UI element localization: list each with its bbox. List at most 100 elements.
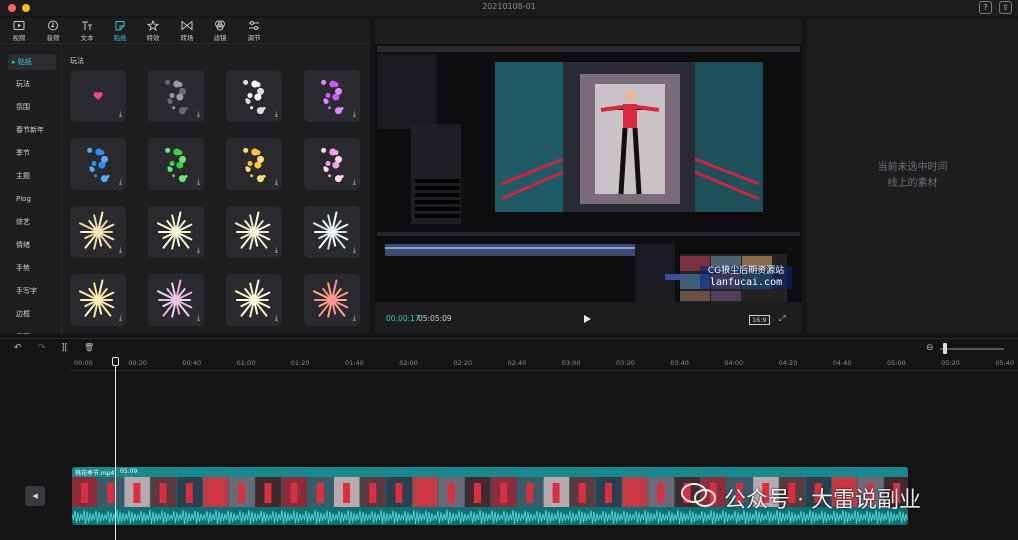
category-handwriting[interactable]: 手写字 <box>8 283 56 299</box>
download-icon[interactable]: ⤓ <box>119 314 122 323</box>
download-icon[interactable]: ⤓ <box>275 314 278 323</box>
sticker-tile[interactable]: ⤓ <box>226 138 282 190</box>
grid-section-title: 玩法 <box>70 57 84 65</box>
transition-icon <box>181 20 193 31</box>
sticker-preview-icon <box>321 147 344 183</box>
tool-audio[interactable]: 音频 <box>36 20 70 42</box>
sticker-tile[interactable]: ⤓ <box>70 70 126 122</box>
play-button[interactable] <box>584 315 591 323</box>
ruler-tick-label: 02:40 <box>507 359 527 367</box>
sticker-preview-icon <box>234 279 271 318</box>
ruler-tick-label: 01:00 <box>236 359 256 367</box>
track-collapse-button[interactable]: ◂ <box>25 486 45 506</box>
tool-effects[interactable]: 特效 <box>136 20 170 42</box>
ruler-tick-label: 04:40 <box>832 359 852 367</box>
category-atmosphere[interactable]: 氛围 <box>8 99 56 115</box>
sticker-preview-icon <box>156 211 193 250</box>
download-icon[interactable]: ⤓ <box>353 178 356 187</box>
delete-button[interactable]: 🗑 <box>84 343 94 352</box>
tool-sticker[interactable]: 贴纸 <box>103 20 137 42</box>
sticker-preview-icon <box>312 279 349 318</box>
category-theme[interactable]: 主题 <box>8 168 56 184</box>
watermark-text: 公众号 · 大雷说副业 <box>724 488 921 513</box>
sticker-tile[interactable]: ⤓ <box>148 70 204 122</box>
download-icon[interactable]: ⤓ <box>119 246 122 255</box>
zoom-slider-track[interactable] <box>940 348 1004 350</box>
tool-video[interactable]: 视频 <box>2 20 36 42</box>
sticker-tile[interactable]: ⤓ <box>226 70 282 122</box>
video-preview[interactable]: CG狼尘后期资源站 lanfucai.com <box>375 44 802 304</box>
tool-adjust[interactable]: 调节 <box>237 20 271 42</box>
ruler-tick-label: 00:00 <box>74 359 93 367</box>
help-button[interactable]: ? <box>979 1 992 14</box>
download-icon[interactable]: ⤓ <box>275 178 278 187</box>
sticker-tile[interactable]: ⤓ <box>304 206 360 258</box>
time-ruler[interactable]: 00:00 00:20 00:40 01:00 01:20 01:40 02:00 02:20… <box>0 357 1018 371</box>
download-icon[interactable]: ⤓ <box>197 246 200 255</box>
ruler-tick-label: 03:40 <box>670 359 689 367</box>
download-icon[interactable]: ⤓ <box>197 178 200 187</box>
category-interface[interactable]: 界面 <box>8 329 56 334</box>
playhead-handle[interactable] <box>112 357 119 366</box>
aspect-ratio-button[interactable]: 16:9 <box>749 315 770 325</box>
download-icon[interactable]: ⤓ <box>119 110 122 119</box>
sticker-tile[interactable]: ⤓ <box>304 274 360 326</box>
sticker-preview-icon <box>156 279 193 318</box>
sticker-tile[interactable]: ⤓ <box>304 70 360 122</box>
category-play[interactable]: 玩法 <box>8 76 56 92</box>
timeline-tracks: ◂ 桃花季节.mp4 05:09 <box>0 371 1018 540</box>
tool-filter-label: 滤镜 <box>213 34 227 42</box>
sticker-tile[interactable]: ⤓ <box>70 206 126 258</box>
sticker-tile[interactable]: ⤓ <box>304 138 360 190</box>
sticker-preview-icon <box>87 147 110 183</box>
sticker-tile[interactable]: ⤓ <box>226 206 282 258</box>
split-button[interactable]: ][ <box>61 343 68 353</box>
category-border[interactable]: 边框 <box>8 306 56 322</box>
undo-button[interactable]: ↶ <box>14 343 22 353</box>
tool-filter[interactable]: 滤镜 <box>203 20 237 42</box>
fullscreen-icon[interactable]: ⤢ <box>779 314 785 324</box>
sticker-preview-icon <box>243 79 266 115</box>
download-icon[interactable]: ⤓ <box>275 246 278 255</box>
sticker-tile[interactable]: ⤓ <box>226 274 282 326</box>
sticker-tile[interactable]: ⤓ <box>148 274 204 326</box>
category-spring-festival[interactable]: 春节新年 <box>8 122 56 138</box>
zoom-slider-handle[interactable] <box>943 343 947 354</box>
category-variety[interactable]: 综艺 <box>8 214 56 230</box>
sticker-preview-icon <box>78 211 115 250</box>
playhead[interactable] <box>115 357 116 540</box>
tool-effects-label: 特效 <box>146 34 160 42</box>
share-button[interactable]: ⇪ <box>999 1 1012 14</box>
zoom-out-icon[interactable]: ⊖ <box>926 343 934 353</box>
sticker-tile[interactable]: ⤓ <box>148 138 204 190</box>
ruler-tick-label: 01:40 <box>345 359 364 367</box>
category-emotion[interactable]: 情绪 <box>8 237 56 253</box>
timeline-toolbar: ↶ ↷ ][ 🗑 ⊖ <box>0 338 1018 358</box>
sticker-preview-icon <box>93 92 103 100</box>
download-icon[interactable]: ⤓ <box>353 110 356 119</box>
title-bar: 20210108-01 ? ⇪ <box>0 0 1018 16</box>
ruler-tick-label: 03:20 <box>616 359 635 367</box>
sticker-tile[interactable]: ⤓ <box>70 138 126 190</box>
redo-button[interactable]: ↷ <box>38 343 46 353</box>
tool-transition[interactable]: 转场 <box>170 20 204 42</box>
download-icon[interactable]: ⤓ <box>353 246 356 255</box>
download-icon[interactable]: ⤓ <box>353 314 356 323</box>
category-season[interactable]: 季节 <box>8 145 56 161</box>
category-gesture[interactable]: 手势 <box>8 260 56 276</box>
download-icon[interactable]: ⤓ <box>119 178 122 187</box>
sticker-tile[interactable]: ⤓ <box>70 274 126 326</box>
sticker-tile[interactable]: ⤓ <box>148 206 204 258</box>
tool-text[interactable]: 文本 <box>70 20 104 42</box>
sticker-preview-icon <box>78 279 115 318</box>
adjust-icon <box>249 21 259 30</box>
category-stickers[interactable]: ▸ 贴纸 <box>8 54 56 70</box>
download-icon[interactable]: ⤓ <box>197 314 200 323</box>
download-icon[interactable]: ⤓ <box>197 110 200 119</box>
properties-panel: 当前未选中时间 线上的素材 <box>807 18 1018 334</box>
download-icon[interactable]: ⤓ <box>275 110 278 119</box>
overlay-text-line1: CG狼尘后期资源站 <box>707 266 785 276</box>
category-plog[interactable]: Plog <box>8 191 56 207</box>
active-category-marker: ▸ <box>12 58 16 66</box>
tool-transition-label: 转场 <box>180 34 194 42</box>
